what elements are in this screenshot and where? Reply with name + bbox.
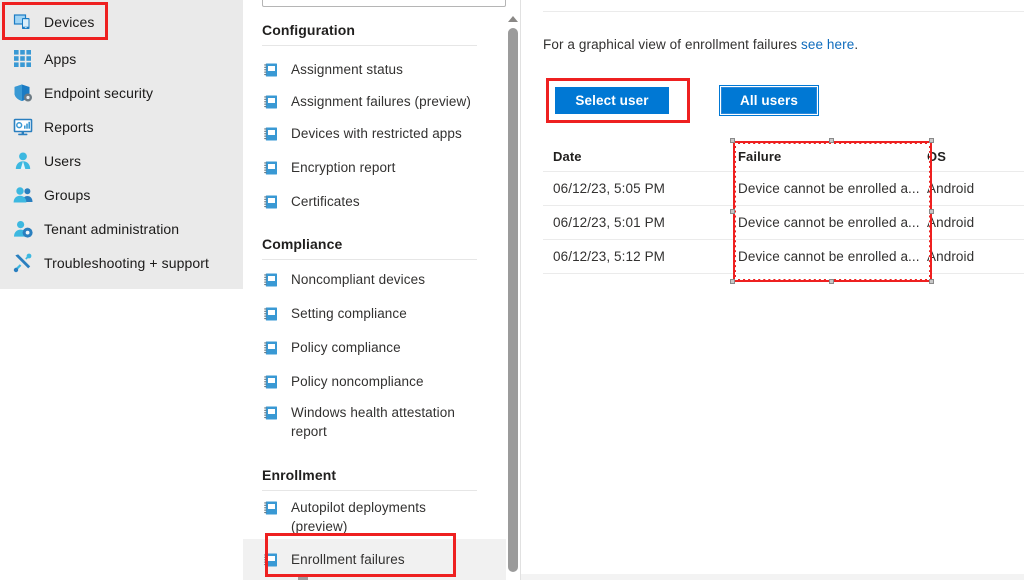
cell-date: 06/12/23, 5:12 PM bbox=[553, 249, 666, 264]
menu-item-policy-compliance[interactable]: Policy compliance bbox=[243, 334, 520, 360]
cell-os: Android bbox=[927, 249, 975, 264]
horizontal-scrollbar-thumb[interactable] bbox=[298, 574, 308, 580]
sidebar-item-label: Users bbox=[44, 153, 82, 169]
report-icon bbox=[263, 500, 279, 516]
sidebar-item-label: Groups bbox=[44, 187, 91, 203]
menu-item-label: Policy noncompliance bbox=[291, 373, 424, 389]
devices-icon bbox=[12, 11, 34, 33]
cell-date: 06/12/23, 5:05 PM bbox=[553, 181, 666, 196]
cell-failure: Device cannot be enrolled a... bbox=[738, 249, 920, 264]
report-icon bbox=[263, 374, 279, 390]
user-gear-icon bbox=[12, 218, 34, 240]
sidebar-item-troubleshooting-support[interactable]: Troubleshooting + support bbox=[0, 249, 243, 277]
enrollment-failures-table: Date Failure OS 06/12/23, 5:05 PM Device… bbox=[543, 142, 1024, 274]
cell-os: Android bbox=[927, 215, 975, 230]
intro-text: For a graphical view of enrollment failu… bbox=[543, 37, 858, 52]
shield-gear-icon bbox=[12, 82, 34, 104]
menu-item-devices-with-restricted-apps[interactable]: Devices with restricted apps bbox=[243, 120, 520, 146]
menu-item-setting-compliance[interactable]: Setting compliance bbox=[243, 300, 520, 326]
cell-os: Android bbox=[927, 181, 975, 196]
report-icon bbox=[263, 306, 279, 322]
menu-item-label: Assignment failures (preview) bbox=[291, 93, 471, 109]
menu-item-label: Setting compliance bbox=[291, 305, 407, 321]
menu-item-label: Enrollment failures bbox=[291, 552, 405, 567]
sidebar-item-label: Tenant administration bbox=[44, 221, 180, 237]
select-user-button[interactable]: Select user bbox=[555, 87, 669, 114]
see-here-link[interactable]: see here bbox=[801, 37, 854, 52]
horizontal-scrollbar[interactable] bbox=[521, 574, 1024, 580]
scroll-up-arrow-icon[interactable] bbox=[508, 16, 518, 22]
menu-item-autopilot-deployments-preview[interactable]: Autopilot deployments (preview) bbox=[243, 498, 520, 540]
table-row[interactable]: 06/12/23, 5:05 PM Device cannot be enrol… bbox=[543, 172, 1024, 206]
enrollment-failures-content: For a graphical view of enrollment failu… bbox=[521, 0, 1024, 580]
column-header-date[interactable]: Date bbox=[543, 149, 726, 164]
scrollbar-thumb[interactable] bbox=[508, 28, 518, 572]
sidebar-item-label: Endpoint security bbox=[44, 85, 154, 101]
report-icon bbox=[263, 94, 279, 110]
sidebar-item-devices[interactable]: Devices bbox=[0, 8, 243, 36]
monitor-chart-icon bbox=[12, 116, 34, 138]
navigation-scrollbar[interactable] bbox=[506, 0, 520, 580]
menu-item-label: Windows health attestation report bbox=[291, 405, 455, 439]
report-icon bbox=[263, 552, 279, 568]
cell-failure: Device cannot be enrolled a... bbox=[738, 181, 920, 196]
intro-suffix: . bbox=[854, 37, 859, 52]
search-input[interactable] bbox=[262, 0, 506, 7]
table-header-row: Date Failure OS bbox=[543, 142, 1024, 172]
group-header-configuration: Configuration bbox=[262, 22, 356, 38]
menu-item-label: Policy compliance bbox=[291, 339, 401, 355]
report-icon bbox=[263, 160, 279, 176]
users-group-icon bbox=[12, 184, 34, 206]
sidebar-item-reports[interactable]: Reports bbox=[0, 113, 243, 141]
sidebar-item-label: Devices bbox=[44, 14, 95, 30]
sidebar-item-endpoint-security[interactable]: Endpoint security bbox=[0, 79, 243, 107]
wrench-screwdriver-icon bbox=[12, 252, 34, 274]
sidebar-item-apps[interactable]: Apps bbox=[0, 45, 243, 73]
apps-grid-icon bbox=[12, 48, 34, 70]
column-header-failure[interactable]: Failure bbox=[726, 149, 923, 164]
reports-navigation-panel: Configuration Assignment status Assignme… bbox=[243, 0, 520, 580]
menu-item-certificates[interactable]: Certificates bbox=[243, 188, 520, 214]
menu-item-label: Certificates bbox=[291, 193, 360, 209]
report-icon bbox=[263, 62, 279, 78]
menu-item-label: Encryption report bbox=[291, 159, 396, 175]
menu-item-label: Noncompliant devices bbox=[291, 271, 426, 287]
table-row[interactable]: 06/12/23, 5:01 PM Device cannot be enrol… bbox=[543, 206, 1024, 240]
intro-prefix: For a graphical view of enrollment failu… bbox=[543, 37, 802, 52]
menu-item-assignment-status[interactable]: Assignment status bbox=[243, 56, 520, 82]
user-icon bbox=[12, 150, 34, 172]
group-divider bbox=[262, 490, 477, 491]
menu-item-label: Devices with restricted apps bbox=[291, 125, 462, 141]
menu-item-windows-health-attestation-report[interactable]: Windows health attestation report bbox=[243, 403, 520, 445]
menu-item-label: Assignment status bbox=[291, 61, 404, 77]
group-divider bbox=[262, 259, 477, 260]
primary-sidebar: Devices Apps Endpoint security Reports U… bbox=[0, 0, 243, 289]
menu-item-noncompliant-devices[interactable]: Noncompliant devices bbox=[243, 266, 520, 292]
sidebar-item-users[interactable]: Users bbox=[0, 147, 243, 175]
menu-item-label: Autopilot deployments (preview) bbox=[291, 500, 426, 534]
all-users-button[interactable]: All users bbox=[719, 85, 819, 116]
report-icon bbox=[263, 405, 279, 421]
report-icon bbox=[263, 126, 279, 142]
report-icon bbox=[263, 272, 279, 288]
report-icon bbox=[263, 340, 279, 356]
cell-failure: Device cannot be enrolled a... bbox=[738, 215, 920, 230]
cell-date: 06/12/23, 5:01 PM bbox=[553, 215, 666, 230]
report-icon bbox=[263, 194, 279, 210]
sidebar-item-label: Troubleshooting + support bbox=[44, 255, 210, 271]
menu-item-enrollment-failures[interactable]: Enrollment failures bbox=[243, 539, 520, 580]
content-divider bbox=[543, 11, 1024, 12]
group-divider bbox=[262, 45, 477, 46]
menu-item-policy-noncompliance[interactable]: Policy noncompliance bbox=[243, 368, 520, 394]
sidebar-item-label: Reports bbox=[44, 119, 94, 135]
column-header-os[interactable]: OS bbox=[923, 149, 1023, 164]
sidebar-item-tenant-administration[interactable]: Tenant administration bbox=[0, 215, 243, 243]
sidebar-item-groups[interactable]: Groups bbox=[0, 181, 243, 209]
menu-item-assignment-failures-preview[interactable]: Assignment failures (preview) bbox=[243, 88, 520, 114]
group-header-compliance: Compliance bbox=[262, 236, 343, 252]
menu-item-encryption-report[interactable]: Encryption report bbox=[243, 154, 520, 180]
group-header-enrollment: Enrollment bbox=[262, 467, 337, 483]
sidebar-item-label: Apps bbox=[44, 51, 77, 67]
table-row[interactable]: 06/12/23, 5:12 PM Device cannot be enrol… bbox=[543, 240, 1024, 274]
